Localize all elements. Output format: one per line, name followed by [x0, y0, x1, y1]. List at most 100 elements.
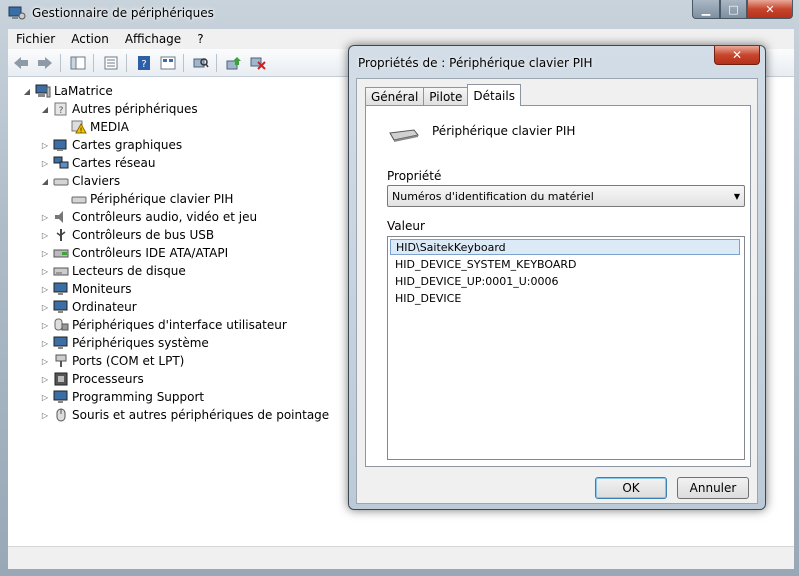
- list-item[interactable]: HID\SaitekKeyboard: [390, 239, 740, 255]
- expand-icon[interactable]: ▷: [40, 213, 50, 222]
- update-driver-button[interactable]: [223, 53, 245, 73]
- expand-icon[interactable]: ▷: [40, 411, 50, 420]
- properties-button[interactable]: [100, 53, 122, 73]
- expand-icon[interactable]: ▷: [40, 357, 50, 366]
- update-driver-icon: [226, 56, 241, 69]
- tree-node-programming-support[interactable]: ▷ Programming Support: [40, 388, 204, 406]
- collapse-icon[interactable]: ◢: [40, 105, 50, 114]
- tree-node-label: Moniteurs: [72, 282, 132, 296]
- tree-node-cartes-graphiques[interactable]: ▷ Cartes graphiques: [40, 136, 182, 154]
- expand-icon[interactable]: ▷: [40, 339, 50, 348]
- tree-node-label: Contrôleurs IDE ATA/ATAPI: [72, 246, 229, 260]
- minimize-button[interactable]: ▁: [692, 0, 720, 19]
- port-icon: [55, 354, 67, 367]
- tab-pilote[interactable]: Pilote: [423, 87, 469, 106]
- maximize-button[interactable]: □: [720, 0, 747, 19]
- tree-node-label: Contrôleurs audio, vidéo et jeu: [72, 210, 258, 224]
- tree-node-ports[interactable]: ▷ Ports (COM et LPT): [40, 352, 184, 370]
- forward-button[interactable]: [34, 53, 56, 73]
- expand-icon[interactable]: ▷: [40, 141, 50, 150]
- tab-general[interactable]: Général: [365, 87, 425, 106]
- close-icon: ✕: [765, 2, 775, 16]
- expand-icon[interactable]: ▷: [40, 393, 50, 402]
- keyboard-icon: [53, 178, 69, 186]
- view-button[interactable]: [157, 53, 179, 73]
- tree-node-label: Processeurs: [72, 372, 144, 386]
- help-button[interactable]: ?: [133, 53, 155, 73]
- keyboard-icon: [71, 196, 87, 204]
- uninstall-button[interactable]: [247, 53, 269, 73]
- help-icon: ?: [138, 55, 150, 70]
- list-item[interactable]: HID_DEVICE_UP:0001_U:0006: [390, 273, 740, 289]
- menu-help[interactable]: ?: [189, 32, 211, 46]
- tree-node-controleurs-ide[interactable]: ▷ Contrôleurs IDE ATA/ATAPI: [40, 244, 228, 262]
- scan-hardware-icon: [193, 57, 209, 67]
- tree-node-peripheriques-systeme[interactable]: ▷ Périphériques système: [40, 334, 209, 352]
- speaker-icon: [55, 211, 63, 223]
- dialog-content: Général Pilote Détails Périphérique clav…: [356, 78, 758, 504]
- title-bar[interactable]: Gestionnaire de périphériques ▁ □ ✕: [0, 0, 799, 28]
- tree-node-label: Périphérique clavier PIH: [90, 192, 234, 206]
- warning-icon: !: [71, 120, 87, 134]
- property-label: Propriété: [387, 169, 442, 183]
- tree-node-label: Contrôleurs de bus USB: [72, 228, 215, 242]
- tree-node-label: Lecteurs de disque: [72, 264, 186, 278]
- expand-icon[interactable]: ▷: [40, 267, 50, 276]
- tree-node-label: Périphériques d'interface utilisateur: [72, 318, 287, 332]
- tree-node-cartes-reseau[interactable]: ▷ Cartes réseau: [40, 154, 156, 172]
- back-button[interactable]: [10, 53, 32, 73]
- back-icon: [14, 56, 28, 69]
- tree-node-label: Cartes réseau: [72, 156, 156, 170]
- tree-node-souris[interactable]: ▷ Souris et autres périphériques de poin…: [40, 406, 329, 424]
- view-icon: [160, 56, 176, 69]
- svg-text:?: ?: [59, 106, 64, 116]
- scan-hardware-button[interactable]: [190, 53, 212, 73]
- tree-node-ordinateur[interactable]: ▷ Ordinateur: [40, 298, 137, 316]
- system-device-icon: [53, 336, 68, 349]
- tree-node-controleurs-usb[interactable]: ▷ Contrôleurs de bus USB: [40, 226, 214, 244]
- expand-icon[interactable]: ▷: [40, 321, 50, 330]
- list-item[interactable]: HID_DEVICE: [390, 290, 740, 306]
- tree-node-peripheriques-interface[interactable]: ▷ Périphériques d'interface utilisateur: [40, 316, 287, 334]
- property-select[interactable]: Numéros d'identification du matériel ▼: [387, 185, 745, 207]
- tree-node-autres-peripheriques[interactable]: ◢ ? Autres périphériques: [40, 100, 198, 118]
- menu-fichier[interactable]: Fichier: [8, 32, 63, 46]
- collapse-icon[interactable]: ◢: [22, 87, 32, 96]
- expand-icon[interactable]: ▷: [40, 249, 50, 258]
- tree-node-processeurs[interactable]: ▷ Processeurs: [40, 370, 144, 388]
- tree-node-lecteurs-disque[interactable]: ▷ Lecteurs de disque: [40, 262, 186, 280]
- tree-node-controleurs-audio[interactable]: ▷ Contrôleurs audio, vidéo et jeu: [40, 208, 257, 226]
- dialog-close-button[interactable]: ✕: [714, 46, 760, 65]
- tree-node-label: Programming Support: [72, 390, 205, 404]
- toolbar-separator: [216, 53, 217, 72]
- tree-node-media[interactable]: ! MEDIA: [58, 118, 129, 136]
- expand-icon[interactable]: ▷: [40, 303, 50, 312]
- menu-affichage[interactable]: Affichage: [117, 32, 189, 46]
- expand-icon[interactable]: ▷: [40, 285, 50, 294]
- cancel-button[interactable]: Annuler: [677, 477, 749, 499]
- toolbar-separator: [126, 53, 127, 72]
- menu-action[interactable]: Action: [63, 32, 117, 46]
- tab-strip: Général Pilote Détails: [365, 84, 521, 106]
- toolbar-separator: [60, 53, 61, 72]
- value-label: Valeur: [387, 219, 425, 233]
- tab-details[interactable]: Détails: [467, 84, 521, 106]
- collapse-icon[interactable]: ◢: [40, 177, 50, 186]
- tree-node-moniteurs[interactable]: ▷ Moniteurs: [40, 280, 132, 298]
- tree-root-label: LaMatrice: [54, 84, 113, 98]
- device-manager-icon: [8, 6, 26, 20]
- value-list[interactable]: HID\SaitekKeyboard HID_DEVICE_SYSTEM_KEY…: [387, 236, 745, 460]
- show-hide-tree-button[interactable]: [67, 53, 89, 73]
- chevron-down-icon[interactable]: ▼: [730, 192, 744, 201]
- tree-node-peripherique-clavier-pih[interactable]: Périphérique clavier PIH: [58, 190, 233, 208]
- list-item[interactable]: HID_DEVICE_SYSTEM_KEYBOARD: [390, 256, 740, 272]
- expand-icon[interactable]: ▷: [40, 159, 50, 168]
- window-title: Gestionnaire de périphériques: [32, 6, 214, 20]
- expand-icon[interactable]: ▷: [40, 231, 50, 240]
- ok-button[interactable]: OK: [595, 477, 667, 499]
- expand-icon[interactable]: ▷: [40, 375, 50, 384]
- tree-root[interactable]: ◢ LaMatrice: [22, 82, 113, 100]
- tree-node-claviers[interactable]: ◢ Claviers: [40, 172, 120, 190]
- tree-node-label: Cartes graphiques: [72, 138, 183, 152]
- close-button[interactable]: ✕: [747, 0, 793, 19]
